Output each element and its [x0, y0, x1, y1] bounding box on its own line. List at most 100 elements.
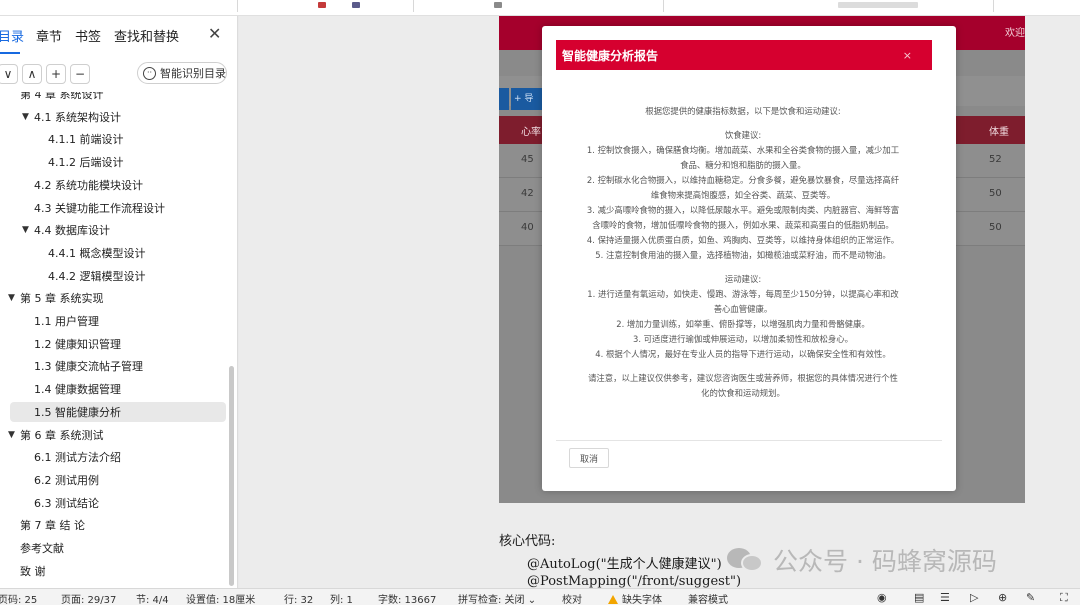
toc-item-label: 第 6 章 系统测试	[20, 428, 104, 442]
toc-item[interactable]: ▼ 4.1 系统架构设计	[0, 107, 121, 127]
toc-list: 第 4 章 系统设计 ▼ 4.1 系统架构设计 4.1.1 前端设计 4.1.2 后端设…	[0, 92, 232, 588]
status-setting-value[interactable]: 设置值: 18厘米	[186, 591, 255, 605]
status-spell-check[interactable]: 拼写检查: 关闭 ⌄	[458, 591, 536, 605]
toc-item[interactable]: 参考文献	[0, 538, 64, 558]
auto-detect-toc-button[interactable]: ·· 智能识别目录	[137, 62, 227, 84]
document-page[interactable]: 欢迎 + 导 心率 体重 45 52 42 50 40 50 智能健康分析报告 × 根据您…	[239, 16, 1080, 588]
watermark: 公众号 · 码蜂窝源码	[727, 542, 997, 578]
fullscreen-icon[interactable]: ⛶	[1060, 591, 1068, 605]
expand-caret-icon[interactable]: ▼	[22, 225, 34, 235]
pen-icon[interactable]: ✎	[1026, 591, 1035, 604]
toc-item[interactable]: ▼ 4.4 数据库设计	[0, 220, 110, 240]
eye-icon[interactable]: ◉	[877, 591, 887, 604]
play-icon[interactable]: ▷	[970, 591, 978, 604]
diet-advice-line: 2. 控制碳水化合物摄入，以维持血糖稳定。分食多餐，避免暴饮暴食，尽量选择高纤	[586, 175, 900, 185]
embedded-screenshot-image[interactable]: 欢迎 + 导 心率 体重 45 52 42 50 40 50 智能健康分析报告 × 根据您…	[499, 16, 1025, 503]
doc-heading-core-code[interactable]: 核心代码:	[499, 530, 555, 549]
screenshot-cell: 40	[521, 222, 534, 233]
tab-toc[interactable]: 目录	[0, 26, 24, 45]
toc-item[interactable]: 致 谢	[0, 561, 46, 581]
toc-item-label: 4.4.2 逻辑模型设计	[48, 269, 146, 283]
toc-item[interactable]: 4.4.2 逻辑模型设计	[0, 266, 146, 286]
toc-item[interactable]: 第 4 章 系统设计	[0, 92, 104, 104]
toc-item[interactable]: 1.5 智能健康分析	[10, 401, 226, 422]
expand-caret-icon[interactable]: ▼	[8, 430, 20, 440]
toc-item-label: 4.1.2 后端设计	[48, 156, 124, 170]
status-word-count[interactable]: 字数: 13667	[378, 591, 436, 605]
toc-item-label: 1.5 智能健康分析	[34, 405, 121, 419]
toc-item-label: 1.2 健康知识管理	[34, 337, 121, 351]
spell-check-label: 拼写检查: 关闭	[458, 595, 525, 605]
diet-advice-line: 食品、糖分和饱和脂肪的摄入量。	[680, 160, 806, 170]
toc-item[interactable]: 1.1 用户管理	[0, 311, 99, 331]
toc-item-label: 1.1 用户管理	[34, 315, 99, 328]
status-page[interactable]: 页面: 29/37	[61, 591, 116, 605]
tab-find-replace[interactable]: 查找和替换	[114, 26, 179, 45]
toc-scrollbar[interactable]	[229, 366, 234, 586]
toc-item[interactable]: 1.3 健康交流帖子管理	[0, 356, 143, 376]
toc-item[interactable]: 1.4 健康数据管理	[0, 379, 121, 399]
doc-code-line[interactable]: @PostMapping("/front/suggest")	[527, 574, 741, 588]
exercise-advice-line: 2. 增加力量训练，如举重、俯卧撑等，以增强肌肉力量和骨骼健康。	[616, 319, 870, 329]
status-bar: 页码: 25 页面: 29/37 节: 4/4 设置值: 18厘米 行: 32 …	[0, 588, 1080, 605]
toolbar-field[interactable]	[838, 2, 918, 8]
toc-item[interactable]: 1.2 健康知识管理	[0, 334, 121, 354]
diet-title: 饮食建议:	[724, 130, 762, 140]
status-row[interactable]: 行: 32	[284, 591, 313, 605]
toc-item-label: 6.2 测试用例	[34, 473, 99, 487]
dialog-header: 智能健康分析报告 ×	[556, 40, 932, 70]
exercise-advice-line: 3. 可适度进行瑜伽或伸展运动，以增加柔韧性和放松身心。	[632, 334, 854, 344]
toc-item-label: 参考文献	[20, 542, 64, 555]
tab-chapters[interactable]: 章节	[36, 26, 62, 45]
status-compat-mode[interactable]: 兼容模式	[688, 591, 728, 605]
diet-advice-line: 1. 控制饮食摄入，确保膳食均衡。增加蔬菜、水果和全谷类食物的摄入量，减少加工	[586, 145, 900, 155]
toc-item[interactable]: ▼ 第 6 章 系统测试	[0, 425, 104, 445]
toc-item[interactable]: 6.3 测试结论	[0, 493, 99, 513]
outline-view-icon[interactable]: ☰	[940, 591, 950, 604]
report-intro: 根据您提供的健康指标数据，以下是饮食和运动建议:	[645, 106, 841, 116]
expand-caret-icon[interactable]: ▼	[8, 293, 20, 303]
toc-item[interactable]: 4.1.2 后端设计	[0, 152, 124, 172]
top-toolbar-strip	[0, 0, 1080, 16]
doc-code-line[interactable]: @AutoLog("生成个人健康建议")	[527, 553, 722, 572]
note-line: 请注意，以上建议仅供参考，建议您咨询医生或营养师，根据您的具体情况进行个性	[588, 373, 898, 383]
web-view-icon[interactable]: ⊕	[998, 591, 1007, 604]
screenshot-th-weight: 体重	[989, 127, 1009, 138]
document-canvas[interactable]: 欢迎 + 导 心率 体重 45 52 42 50 40 50 智能健康分析报告 × 根据您…	[239, 16, 1080, 588]
toc-item[interactable]: 4.4.1 概念模型设计	[0, 243, 146, 263]
status-col[interactable]: 列: 1	[330, 591, 353, 605]
remove-heading-button[interactable]: −	[70, 64, 90, 84]
screenshot-welcome-text: 欢迎	[1005, 28, 1025, 39]
wechat-icon	[727, 546, 767, 574]
toolbar-segment	[414, 0, 664, 12]
plus-icon: +	[50, 67, 62, 81]
exercise-advice-line: 善心血管健康。	[713, 304, 773, 314]
status-section[interactable]: 节: 4/4	[136, 591, 169, 605]
screenshot-cell: 50	[989, 222, 1002, 233]
watermark-text: 公众号 · 码蜂窝源码	[773, 547, 997, 576]
diet-advice-line: 3. 减少高嘌呤食物的摄入，以降低尿酸水平。避免或限制肉类、内脏器官、海鲜等富	[586, 205, 900, 215]
cancel-button[interactable]: 取消	[569, 448, 609, 468]
tab-bookmarks[interactable]: 书签	[75, 26, 101, 45]
toc-item[interactable]: ▼ 第 5 章 系统实现	[0, 288, 104, 308]
close-icon[interactable]: ×	[903, 49, 912, 62]
status-missing-font[interactable]: 缺失字体	[608, 591, 662, 605]
minus-icon: −	[74, 67, 86, 81]
exercise-advice-line: 1. 进行适量有氧运动，如快走、慢跑、游泳等，每周至少150分钟，以提高心率和改	[587, 289, 899, 299]
diet-advice-line: 维食物来提高饱腹感，如全谷类、蔬菜、豆类等。	[650, 190, 836, 200]
close-icon[interactable]: ✕	[208, 24, 221, 43]
status-page-number[interactable]: 页码: 25	[0, 591, 37, 605]
expand-caret-icon[interactable]: ▼	[22, 112, 34, 122]
toc-item[interactable]: 4.3 关键功能工作流程设计	[0, 198, 165, 218]
toc-item[interactable]: 4.2 系统功能模块设计	[0, 175, 143, 195]
page-view-icon[interactable]: ▤	[914, 591, 924, 604]
toc-item[interactable]: 6.1 测试方法介绍	[0, 447, 121, 467]
collapse-all-button[interactable]: ∨	[0, 64, 18, 84]
toc-item[interactable]: 6.2 测试用例	[0, 470, 99, 490]
status-proofread[interactable]: 校对	[562, 591, 582, 605]
expand-button[interactable]: ∧	[22, 64, 42, 84]
add-heading-button[interactable]: +	[46, 64, 66, 84]
diet-advice-line: 4. 保持适量摄入优质蛋白质，如鱼、鸡胸肉、豆类等，以维持身体组织的正常运作。	[586, 235, 900, 245]
toc-item[interactable]: 第 7 章 结 论	[0, 515, 85, 535]
toc-item[interactable]: 4.1.1 前端设计	[0, 129, 124, 149]
